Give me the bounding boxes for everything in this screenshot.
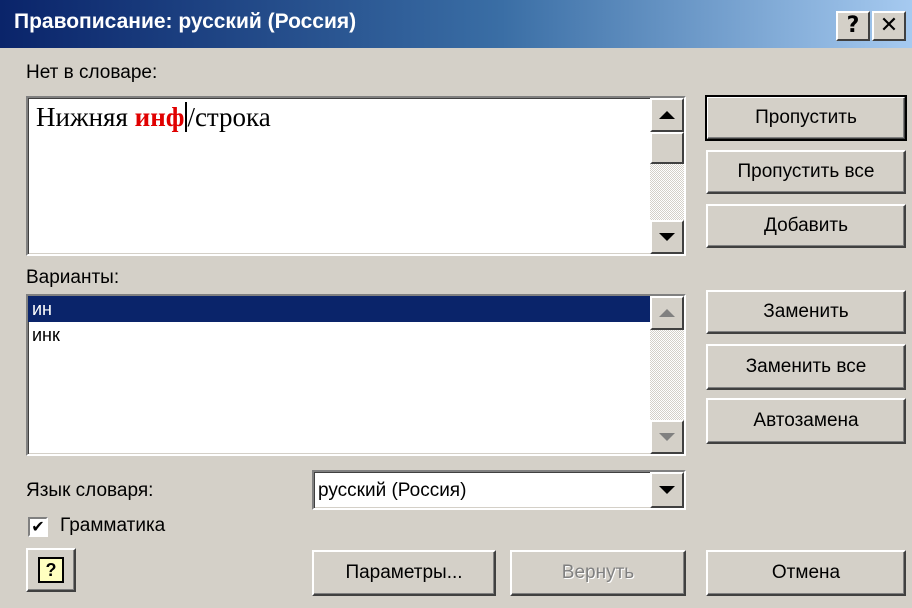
arrow-up-icon	[659, 111, 675, 119]
list-item[interactable]: ин	[28, 296, 650, 322]
dictionary-language-value: русский (Россия)	[318, 480, 467, 501]
not-in-dictionary-label: Нет в словаре:	[26, 62, 158, 83]
dictionary-language-select[interactable]: русский (Россия)	[312, 470, 686, 510]
arrow-up-icon	[659, 309, 675, 317]
suggestions-scrollbar[interactable]	[650, 296, 684, 454]
scroll-up-button[interactable]	[650, 296, 684, 330]
options-button-label: Параметры...	[345, 562, 463, 583]
text-before-error: Нижняя	[36, 102, 135, 132]
autocorrect-button[interactable]: Автозамена	[706, 398, 906, 444]
list-item[interactable]: инк	[28, 322, 650, 348]
window-title: Правописание: русский (Россия)	[14, 10, 357, 33]
add-button-label: Добавить	[764, 215, 848, 236]
ignore-button-label: Пропустить	[755, 107, 857, 128]
arrow-down-icon	[659, 433, 675, 441]
close-caption-button[interactable]: ✕	[872, 11, 906, 41]
grammar-label: Грамматика	[60, 515, 166, 536]
error-word: инф	[134, 102, 185, 132]
scroll-down-button[interactable]	[650, 220, 684, 254]
dropdown-button[interactable]	[650, 472, 684, 508]
checkmark-icon: ✔	[31, 517, 45, 536]
arrow-down-icon	[659, 233, 675, 241]
change-button[interactable]: Заменить	[706, 290, 906, 334]
change-all-button[interactable]: Заменить все	[706, 344, 906, 390]
dictionary-language-label: Язык словаря:	[26, 480, 154, 501]
ignore-button[interactable]: Пропустить	[705, 95, 907, 141]
ignore-all-button[interactable]: Пропустить все	[706, 150, 906, 194]
autocorrect-button-label: Автозамена	[753, 410, 859, 431]
scroll-up-button[interactable]	[650, 98, 684, 132]
suggestions-listbox[interactable]: ин инк	[26, 294, 686, 456]
scroll-down-button[interactable]	[650, 420, 684, 454]
close-icon: ✕	[879, 13, 899, 38]
suggestions-label: Варианты:	[26, 267, 120, 288]
suggestions-list: ин инк	[28, 296, 650, 348]
help-icon: ?	[38, 557, 64, 583]
help-caption-button[interactable]: ?	[836, 11, 870, 41]
office-assistant-button[interactable]: ?	[26, 548, 76, 592]
not-in-dictionary-textbox[interactable]: Нижняя инф/строка	[26, 96, 686, 256]
textbox-scrollbar[interactable]	[650, 98, 684, 254]
cancel-button-label: Отмена	[771, 562, 841, 583]
add-button[interactable]: Добавить	[706, 204, 906, 248]
change-all-button-label: Заменить все	[745, 356, 867, 377]
undo-button-label: Вернуть	[561, 562, 635, 583]
ignore-all-button-label: Пропустить все	[737, 161, 875, 182]
change-button-label: Заменить	[763, 301, 849, 322]
sentence-text: Нижняя инф/строка	[36, 102, 271, 133]
chevron-down-icon	[659, 486, 675, 494]
options-button[interactable]: Параметры...	[312, 550, 496, 596]
cancel-button[interactable]: Отмена	[706, 550, 906, 596]
text-after-error: /строка	[187, 102, 271, 132]
title-bar[interactable]: Правописание: русский (Россия) ? ✕	[0, 0, 912, 48]
scroll-thumb[interactable]	[650, 132, 684, 164]
undo-button[interactable]: Вернуть	[510, 550, 686, 596]
grammar-checkbox[interactable]: ✔	[28, 517, 48, 537]
